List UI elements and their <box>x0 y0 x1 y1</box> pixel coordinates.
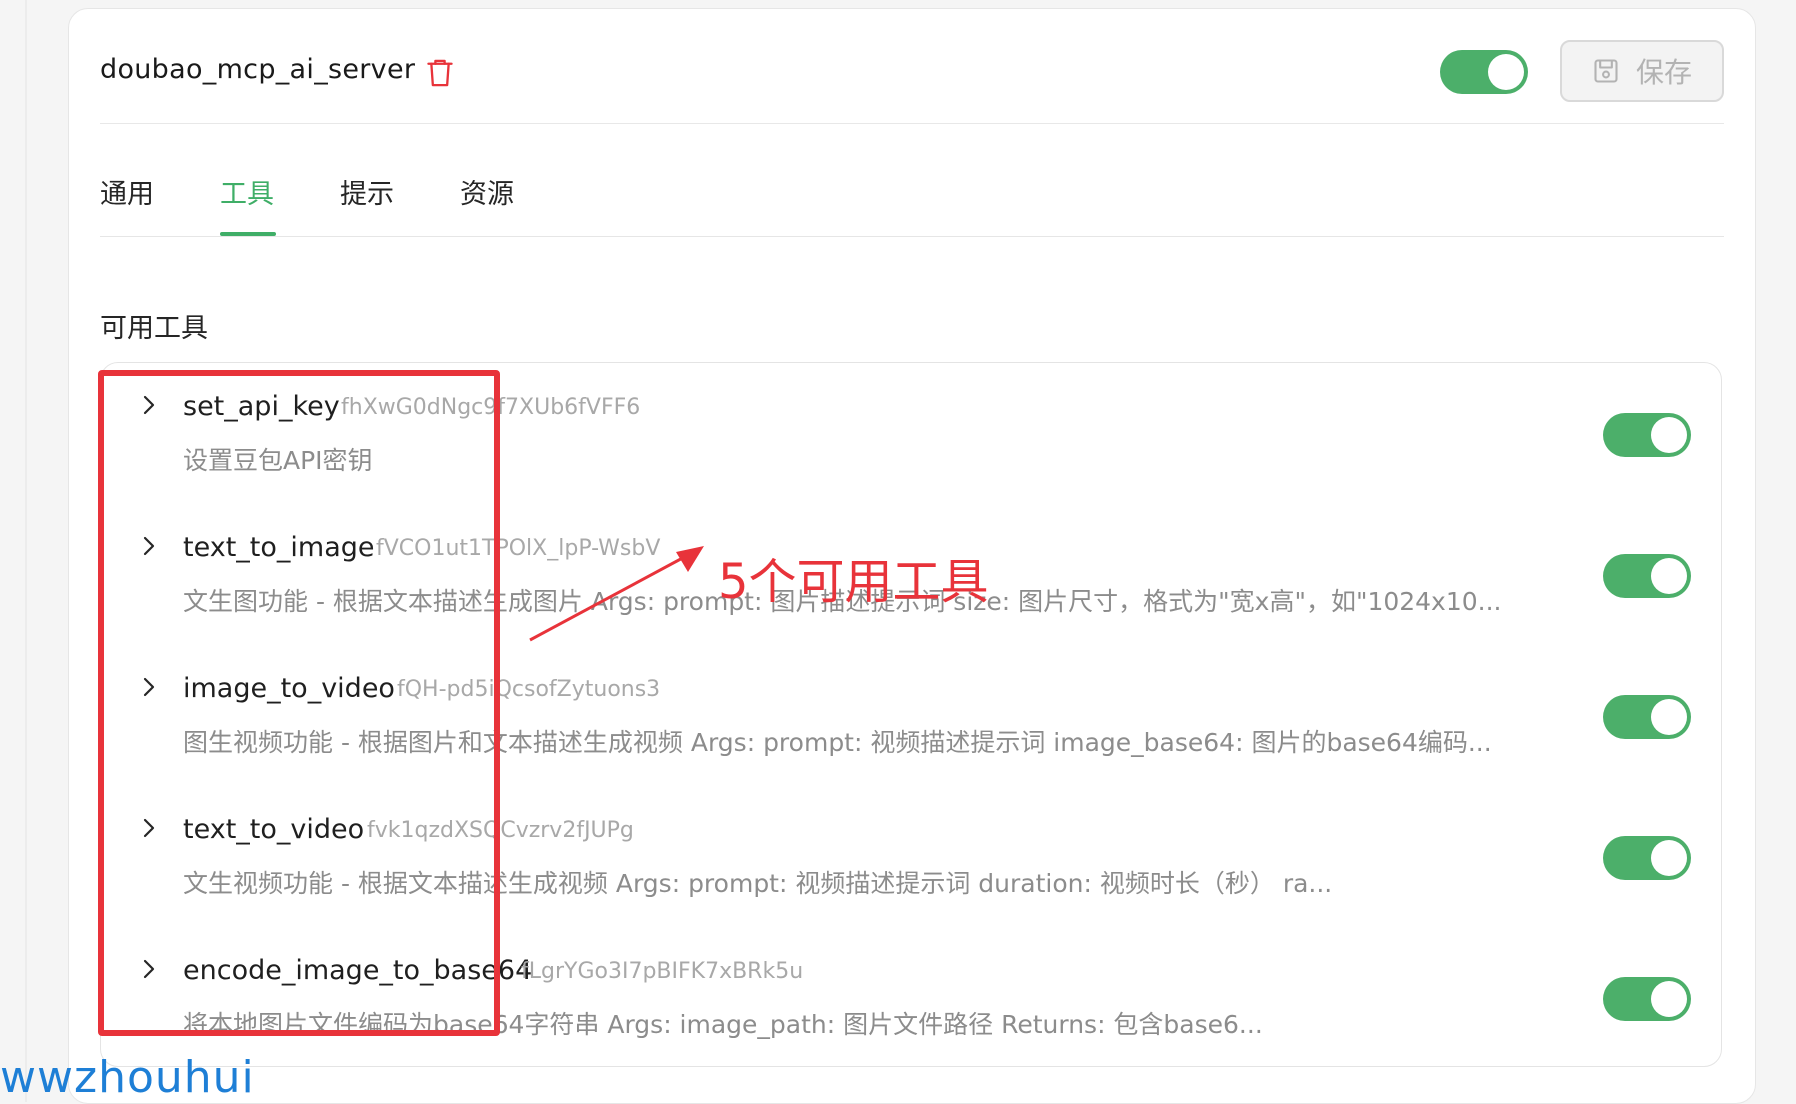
save-button[interactable]: 保存 <box>1560 40 1724 102</box>
server-name: doubao_mcp_ai_server <box>100 54 416 85</box>
tab-resources[interactable]: 资源 <box>460 172 514 211</box>
watermark: wwzhouhui <box>0 1052 255 1103</box>
tool-enabled-toggle[interactable] <box>1603 554 1691 598</box>
tab-general[interactable]: 通用 <box>100 172 154 211</box>
tool-enabled-toggle[interactable] <box>1603 977 1691 1021</box>
annotation-label: 5个可用工具 <box>718 554 989 610</box>
tool-enabled-toggle[interactable] <box>1603 413 1691 457</box>
left-sidebar-edge <box>0 0 27 1102</box>
tab-tools[interactable]: 工具 <box>220 172 274 211</box>
tab-prompts[interactable]: 提示 <box>340 172 394 211</box>
save-icon <box>1594 59 1618 83</box>
trash-icon[interactable] <box>426 58 454 88</box>
tool-enabled-toggle[interactable] <box>1603 695 1691 739</box>
section-title: 可用工具 <box>100 313 208 344</box>
tool-id: fLgrYGo3I7pBIFK7xBRk5u <box>521 959 804 984</box>
server-enabled-toggle[interactable] <box>1440 50 1528 94</box>
header-divider <box>100 123 1724 124</box>
save-label: 保存 <box>1635 56 1692 89</box>
annotation-highlight-box <box>98 370 500 1036</box>
tabs-divider <box>100 236 1724 237</box>
tool-enabled-toggle[interactable] <box>1603 836 1691 880</box>
annotation-arrow <box>529 546 704 642</box>
